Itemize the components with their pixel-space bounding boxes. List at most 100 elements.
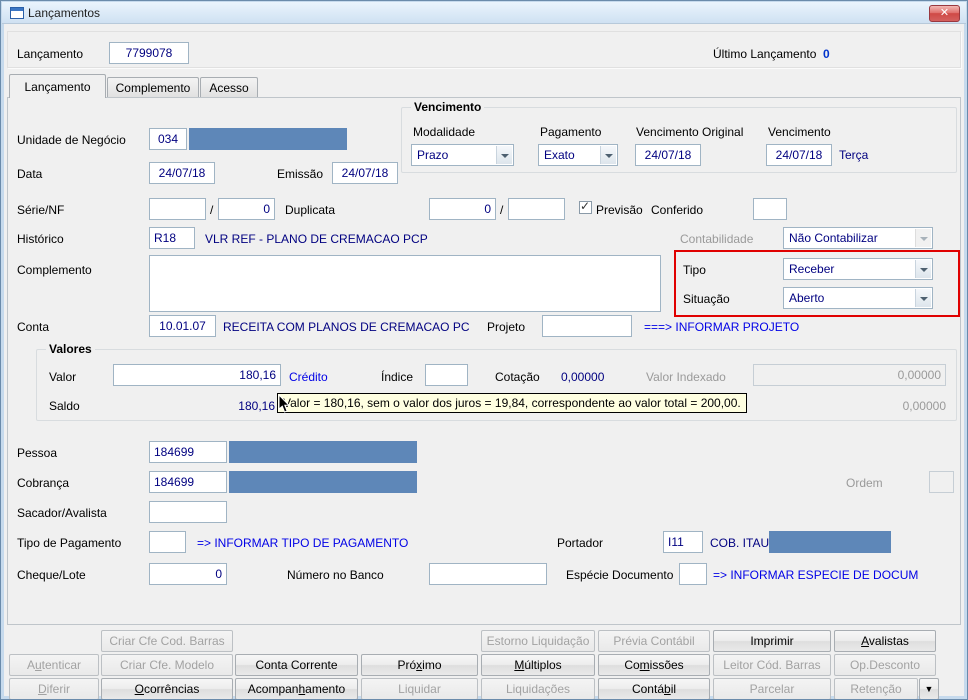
pessoa-redacted xyxy=(229,441,417,463)
historico-code-field[interactable]: R18 xyxy=(149,227,195,249)
especie-label: Espécie Documento xyxy=(566,568,674,582)
button-more-options[interactable]: ▼ xyxy=(919,678,939,699)
modalidade-value: Prazo xyxy=(417,148,449,162)
button-previa-contabil: Prévia Contábil xyxy=(598,630,710,652)
complemento-label: Complemento xyxy=(17,263,92,277)
tipo-pagamento-field[interactable] xyxy=(149,531,186,553)
pagamento-combo[interactable]: Exato xyxy=(538,144,618,166)
button-retencao: Retenção xyxy=(834,678,918,699)
close-button[interactable]: ✕ xyxy=(929,5,960,22)
button-multiplos[interactable]: Múltiplos xyxy=(481,654,595,676)
serie-num-field[interactable]: 0 xyxy=(218,198,275,220)
ordem-field xyxy=(929,471,954,493)
complemento-textarea[interactable] xyxy=(149,255,661,312)
saldo-label: Saldo xyxy=(49,399,80,413)
ultimo-lancamento-value: 0 xyxy=(823,47,830,61)
conta-label: Conta xyxy=(17,320,50,334)
saldo-value: 180,16 xyxy=(238,399,275,413)
numero-banco-field[interactable] xyxy=(429,563,547,585)
ordem-label: Ordem xyxy=(846,476,883,490)
lancamento-number-label: Lançamento xyxy=(17,47,84,61)
tab-acesso[interactable]: Acesso xyxy=(200,77,258,98)
contabilidade-label: Contabilidade xyxy=(680,232,754,246)
pessoa-label: Pessoa xyxy=(17,446,58,460)
especie-field[interactable] xyxy=(679,563,707,585)
lancamentos-window: Lançamentos ✕ Lançamento 7799078 Último … xyxy=(0,0,968,700)
portador-field[interactable]: I11 xyxy=(663,531,703,553)
unidade-negocio-label: Unidade de Negócio xyxy=(17,133,126,147)
button-proximo[interactable]: Próximo xyxy=(361,654,478,676)
serie-nf-label: Série/NF xyxy=(17,203,65,217)
cheque-lote-field[interactable]: 0 xyxy=(149,563,227,585)
contabilidade-value: Não Contabilizar xyxy=(789,231,878,245)
window-icon xyxy=(10,7,24,19)
cheque-lote-label: Cheque/Lote xyxy=(17,568,86,582)
button-conta-corrente[interactable]: Conta Corrente xyxy=(235,654,358,676)
button-liquidar: Liquidar xyxy=(361,678,478,699)
valor-indexado-field: 0,00000 xyxy=(753,364,946,386)
vencimento-field[interactable]: 24/07/18 xyxy=(766,144,832,166)
situacao-value: Aberto xyxy=(789,291,825,305)
ultimo-lancamento-label: Último Lançamento xyxy=(713,47,817,61)
previsao-checkbox[interactable]: ✓ xyxy=(579,199,592,214)
conferido-label: Conferido xyxy=(651,203,704,217)
indice-field[interactable] xyxy=(425,364,468,386)
serie-nf-field[interactable] xyxy=(149,198,206,220)
button-parcelar: Parcelar xyxy=(713,678,831,699)
valor-indexado-label: Valor Indexado xyxy=(646,370,726,384)
serie-slash: / xyxy=(210,203,214,217)
tab-complemento[interactable]: Complemento xyxy=(107,77,199,98)
portador-desc: COB. ITAU xyxy=(710,536,770,550)
tipo-combo[interactable]: Receber xyxy=(783,258,933,280)
button-acompanhamento[interactable]: Acompanhamento xyxy=(235,678,358,699)
title-bar[interactable]: Lançamentos ✕ xyxy=(2,2,966,24)
chevron-down-icon xyxy=(496,146,512,164)
chevron-down-icon xyxy=(915,260,931,278)
credito-indicator: Crédito xyxy=(289,370,328,384)
valores-group-title: Valores xyxy=(46,342,95,356)
projeto-hint: ===> INFORMAR PROJETO xyxy=(644,320,800,334)
valor-field[interactable]: 180,16 xyxy=(113,364,281,386)
conta-code-field[interactable]: 10.01.07 xyxy=(149,315,216,337)
button-imprimir[interactable]: Imprimir xyxy=(713,630,831,652)
duplicata-num-field[interactable]: 0 xyxy=(429,198,496,220)
conta-desc: RECEITA COM PLANOS DE CREMACAO PC xyxy=(223,320,470,334)
lancamento-number-field[interactable]: 7799078 xyxy=(109,42,189,64)
button-leitor-cod-barras: Leitor Cód. Barras xyxy=(713,654,831,676)
historico-label: Histórico xyxy=(17,232,64,246)
contabilidade-combo[interactable]: Não Contabilizar xyxy=(783,227,933,249)
button-liquidacoes: Liquidações xyxy=(481,678,595,699)
button-criar-cfe-modelo: Criar Cfe. Modelo xyxy=(101,654,233,676)
sacador-field[interactable] xyxy=(149,501,227,523)
tipo-label: Tipo xyxy=(683,263,706,277)
button-avalistas[interactable]: Avalistas xyxy=(834,630,936,652)
emissao-label: Emissão xyxy=(277,167,324,181)
vencimento-original-field[interactable]: 24/07/18 xyxy=(635,144,701,166)
button-autenticar: Autenticar xyxy=(9,654,99,676)
conferido-field[interactable] xyxy=(753,198,787,220)
button-contabil[interactable]: Contábil xyxy=(598,678,710,699)
portador-label: Portador xyxy=(557,536,604,550)
cobranca-field[interactable]: 184699 xyxy=(149,471,227,493)
data-field[interactable]: 24/07/18 xyxy=(149,162,215,184)
especie-hint: => INFORMAR ESPECIE DE DOCUM xyxy=(713,568,919,582)
cobranca-label: Cobrança xyxy=(17,476,70,490)
modalidade-combo[interactable]: Prazo xyxy=(411,144,514,166)
previsao-label: Previsão xyxy=(596,203,643,217)
tipo-value: Receber xyxy=(789,262,835,276)
data-label: Data xyxy=(17,167,43,181)
vencimento-weekday: Terça xyxy=(839,148,869,162)
button-ocorrencias[interactable]: Ocorrências xyxy=(101,678,233,699)
duplicata-field2[interactable] xyxy=(508,198,565,220)
cotacao-label: Cotação xyxy=(495,370,540,384)
pagamento-value: Exato xyxy=(544,148,575,162)
button-diferir: Diferir xyxy=(9,678,99,699)
unidade-negocio-field[interactable]: 034 xyxy=(149,128,187,150)
situacao-combo[interactable]: Aberto xyxy=(783,287,933,309)
emissao-field[interactable]: 24/07/18 xyxy=(332,162,398,184)
button-comissoes[interactable]: Comissões xyxy=(598,654,710,676)
projeto-field[interactable] xyxy=(542,315,632,337)
tab-lancamento[interactable]: Lançamento xyxy=(9,74,106,98)
pessoa-field[interactable]: 184699 xyxy=(149,441,227,463)
indice-label: Índice xyxy=(381,370,414,384)
